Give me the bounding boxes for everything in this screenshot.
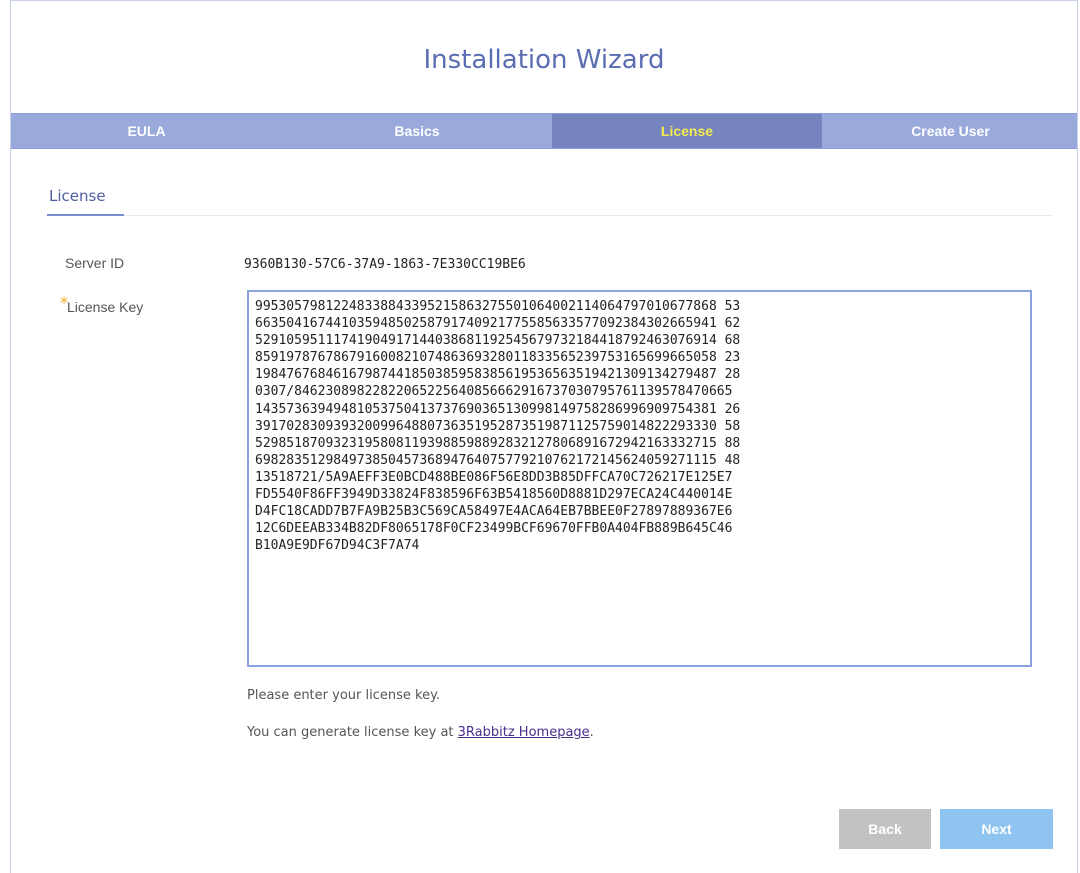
section-divider	[47, 215, 1053, 216]
wizard-window: Installation Wizard EULA Basics License …	[10, 0, 1078, 873]
server-id-label: Server ID	[65, 255, 125, 271]
section-title: License	[49, 187, 106, 205]
back-button[interactable]: Back	[839, 809, 931, 849]
next-button[interactable]: Next	[940, 809, 1053, 849]
section-title-underline	[47, 214, 124, 216]
wizard-steps: EULA Basics License Create User	[11, 113, 1077, 149]
license-key-label: License Key	[67, 299, 144, 315]
generate-key-hint: You can generate license key at 3Rabbitz…	[247, 725, 594, 740]
tab-create-user[interactable]: Create User	[822, 114, 1079, 148]
generate-key-prefix: You can generate license key at	[247, 725, 458, 740]
server-id-value: 9360B130-57C6-37A9-1863-7E330CC19BE6	[244, 257, 526, 272]
license-key-hint: Please enter your license key.	[247, 688, 441, 703]
license-key-input[interactable]: 9953057981224833884339521586327550106400…	[247, 290, 1032, 667]
tab-basics[interactable]: Basics	[282, 114, 552, 148]
tab-license[interactable]: License	[552, 114, 822, 148]
generate-key-suffix: .	[589, 725, 594, 740]
page-title: Installation Wizard	[423, 45, 665, 75]
homepage-link[interactable]: 3Rabbitz Homepage	[458, 725, 590, 740]
tab-eula[interactable]: EULA	[11, 114, 282, 148]
